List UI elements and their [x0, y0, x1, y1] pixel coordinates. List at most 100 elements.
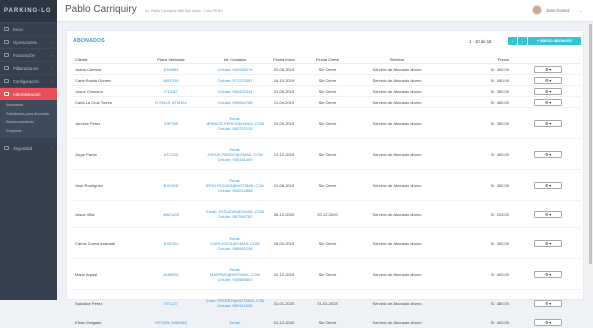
close-date: Sin Cierre	[318, 66, 337, 72]
contact-line[interactable]: Celular: 988961236	[218, 246, 253, 251]
row-actions-button[interactable]: ⚙ ▾	[534, 98, 562, 106]
plate-number[interactable]: BXK422	[136, 241, 206, 246]
next-page-button[interactable]: ›	[518, 37, 527, 45]
plate-number[interactable]: D3F369	[136, 121, 206, 126]
table-row: Jose Rodriguez BXV916 Email: JROD.RIGUEZ@HO…	[72, 170, 581, 201]
row-actions-button[interactable]: ⚙ ▾	[534, 318, 562, 326]
gear-icon: ⚙ ▾	[544, 151, 552, 157]
contact-line[interactable]: Celular: 983713133	[218, 126, 253, 131]
chevron-down-icon[interactable]: ⌄	[579, 8, 582, 13]
gear-icon: ⚙ ▾	[544, 271, 552, 277]
submenu-item[interactable]: Estacionamiento	[0, 118, 57, 127]
row-actions-button[interactable]: ⚙ ▾	[534, 270, 562, 278]
user-name[interactable]: Juan Gomez	[546, 8, 570, 13]
scrollbar-thumb[interactable]	[589, 24, 592, 264]
contact-cell: Email: CARLOSCA@GMAIL.COM Celular: 9889612…	[206, 236, 264, 251]
service: Servicio de Abonado diurno	[372, 319, 422, 325]
actions-cell: ⚙ ▾	[515, 76, 581, 84]
sidebar-item-inicio[interactable]: Inicio	[0, 22, 57, 35]
sidebar-item-operaciones[interactable]: Operaciones ‹	[0, 35, 57, 48]
header-fecha-inicio[interactable]: Fecha Inicio	[264, 57, 304, 62]
chevron-icon: ‹	[51, 39, 53, 45]
contact-line[interactable]: Celular: 954453444	[218, 89, 253, 94]
header-cliente[interactable]: Cliente	[72, 57, 136, 62]
price: S/. 400.00	[490, 271, 509, 277]
contact-line[interactable]: Email:	[229, 320, 240, 325]
sidebar-item-administracion[interactable]: Administracion ⌄	[0, 87, 57, 100]
header-placa[interactable]: Placa Vehicular	[136, 57, 206, 62]
contact-line[interactable]: Celular: 971222051	[218, 78, 253, 83]
price: S/. 400.00	[490, 66, 509, 72]
close-date: Sin Cierre	[318, 319, 337, 325]
price: S/. 225.00	[490, 211, 509, 217]
plate-number[interactable]: BXV916	[136, 183, 206, 188]
sidebar-item-label: Administracion	[13, 91, 41, 97]
plate-number[interactable]: D7R615, ATM154	[136, 100, 206, 105]
close-date: Sin Cierre	[318, 240, 337, 246]
service: Servicio de Abonado diurno	[372, 211, 422, 217]
contact-cell: Email: MARPASI@HOTMAIL.COM Celular: 935589…	[206, 267, 264, 282]
row-actions-button[interactable]: ⚙ ▾	[534, 210, 562, 218]
top-bar: Pablo Carriquiry Av. Pablo Carriquiry 86…	[57, 0, 593, 22]
gear-icon: ⚙ ▾	[544, 88, 552, 94]
header-precio[interactable]: Precio	[443, 57, 515, 62]
plate-number[interactable]: F11182	[136, 89, 206, 94]
header-servicio[interactable]: Servicio	[351, 57, 443, 62]
plate-number[interactable]: ATM584	[136, 67, 206, 72]
row-actions-button[interactable]: ⚙ ▾	[534, 150, 562, 158]
actions-cell: ⚙ ▾	[515, 119, 581, 127]
app-logo[interactable]: PARKING-LG	[0, 0, 57, 22]
row-actions-button[interactable]: ⚙ ▾	[534, 87, 562, 95]
sidebar-item-seguridad[interactable]: Seguridad ‹	[0, 141, 57, 154]
row-actions-button[interactable]: ⚙ ▾	[534, 76, 562, 84]
client-name: Efrain Delgado	[75, 319, 102, 325]
contact-line[interactable]: Celular: 952085274	[218, 67, 253, 72]
new-subscriber-button[interactable]: + NUEVO ABONADO	[528, 37, 581, 45]
client-name: Mario Arpasi	[75, 271, 98, 277]
plate-number[interactable]: W8X190	[136, 78, 206, 83]
contact-cell: Email: JENNICE.PEREZ@GMAIL.COM Celular: 98…	[206, 116, 264, 131]
start-date: 06-12-2020	[273, 211, 295, 217]
sidebar-item-facturaci-n[interactable]: Facturación ‹	[0, 48, 57, 61]
price: S/. 450.00	[490, 99, 509, 105]
gear-icon: ⚙ ▾	[544, 182, 552, 188]
start-date: 24-09-2019	[273, 120, 295, 126]
plate-number[interactable]: AWC405	[136, 212, 206, 217]
row-actions-button[interactable]: ⚙ ▾	[534, 181, 562, 189]
gear-icon: ⚙ ▾	[544, 66, 552, 72]
prev-page-button[interactable]: ‹	[508, 37, 517, 45]
avatar[interactable]	[532, 5, 542, 15]
plate-number[interactable]: KTL127	[136, 301, 206, 306]
contact-line[interactable]: Celular: 987412436	[218, 303, 253, 308]
row-actions-button[interactable]: ⚙ ▾	[534, 65, 562, 73]
admin-submenu: Abonados Solicitudes para Abonado Estacion…	[0, 100, 57, 138]
contact-line[interactable]: Celular: 958151459	[218, 157, 253, 162]
table-row: Carla Rosita Gomez W8X190 Celular: 9712220…	[72, 75, 581, 86]
actions-cell: ⚙ ▾	[515, 65, 581, 73]
plate-number[interactable]: ANM532	[136, 272, 206, 277]
sidebar-item-configuraci-n[interactable]: Configuración ‹	[0, 74, 57, 87]
submenu-item[interactable]: Empresa	[0, 127, 57, 136]
header-fecha-cierre[interactable]: Fecha Cierre	[304, 57, 351, 62]
row-actions-button[interactable]: ⚙ ▾	[534, 239, 562, 247]
service: Servicio de Abonado diurno	[372, 271, 422, 277]
header-contacto[interactable]: Inf. Contacto	[206, 57, 264, 62]
contact-line[interactable]: Celular: 935589853	[218, 277, 253, 282]
actions-cell: ⚙ ▾	[515, 98, 581, 106]
row-actions-button[interactable]: ⚙ ▾	[534, 299, 562, 307]
service: Servicio de Abonado diurno	[372, 240, 422, 246]
contact-cell: Email: JORGE.PARDO@GMAIL.COM Celular: 9581…	[206, 147, 264, 162]
plate-number[interactable]: ATC228	[136, 152, 206, 157]
price: S/. 450.00	[490, 240, 509, 246]
submenu-item[interactable]: Solicitudes para Abonado	[0, 110, 57, 119]
contact-line[interactable]: Celular: 992014858	[218, 188, 253, 193]
actions-cell: ⚙ ▾	[515, 270, 581, 278]
sidebar-item-pildoraciones[interactable]: Pildoraciones ‹	[0, 61, 57, 74]
plate-number[interactable]: VET329, D8W983	[136, 320, 206, 325]
start-date: 16-10-2019	[273, 77, 295, 83]
client-name: Josue Chocano	[75, 88, 103, 94]
submenu-item[interactable]: Abonados	[0, 101, 57, 110]
row-actions-button[interactable]: ⚙ ▾	[534, 119, 562, 127]
contact-line[interactable]: Celular: 999964758	[218, 100, 253, 105]
contact-line[interactable]: Celular: 987546752	[218, 214, 253, 219]
